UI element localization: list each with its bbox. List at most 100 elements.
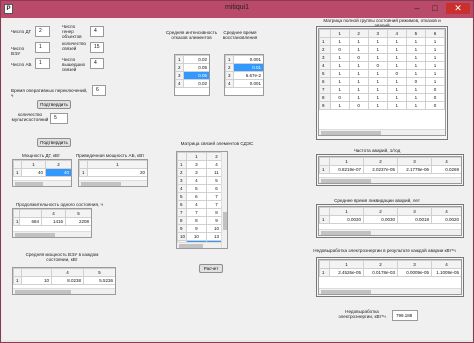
horizontal-scrollbar[interactable]	[13, 231, 91, 237]
grid-cell[interactable]: 1	[386, 37, 407, 46]
grid-cell[interactable]: 1	[329, 77, 350, 86]
grid-row[interactable]: 3101111	[319, 53, 445, 62]
grid-cell[interactable]: 1	[348, 37, 369, 46]
grid-cell[interactable]: 0	[424, 93, 445, 102]
grid-cell[interactable]: 0.02	[183, 79, 209, 88]
scrollbar-thumb[interactable]	[15, 182, 43, 186]
grid-row[interactable]: 1 20	[79, 168, 147, 177]
scrollbar-thumb[interactable]	[321, 179, 371, 183]
grid-row[interactable]: 7111110	[319, 85, 445, 94]
grid-cell[interactable]: 0	[348, 53, 369, 62]
grid-cell[interactable]: 0	[424, 101, 445, 110]
grid-cell[interactable]: 40	[45, 168, 71, 177]
grid-cell[interactable]: 0.0020	[329, 215, 364, 224]
states-input[interactable]: 5	[50, 113, 68, 124]
grid-cell[interactable]: 1	[329, 61, 350, 70]
grid-row[interactable]: 1 2.4526e-05 0.0178e-03 0.0009e-05 1.1009e-0…	[319, 268, 461, 277]
grid-cell[interactable]: 8.0238	[51, 276, 84, 285]
grid-cell[interactable]: 20	[87, 168, 147, 177]
grid-cell[interactable]: 1	[424, 37, 445, 46]
grid-cell[interactable]: 0.001	[233, 55, 263, 64]
grid-cell[interactable]: 1	[386, 101, 407, 110]
grid-row[interactable]: 567	[177, 192, 227, 201]
grid-cell[interactable]: 1	[367, 93, 388, 102]
grid-row[interactable]: 4 0.02	[175, 79, 209, 88]
grid-cell[interactable]: 1	[348, 93, 369, 102]
grid-row[interactable]: 2 0.05	[175, 63, 209, 72]
grid-cell[interactable]: 0.02	[183, 55, 209, 64]
horizontal-scrollbar[interactable]	[319, 177, 461, 183]
grid-cell[interactable]: 684	[19, 217, 42, 226]
grid-cell[interactable]: 1	[405, 69, 426, 78]
grid-cell[interactable]: 1	[348, 85, 369, 94]
confirm-button-2[interactable]: Подтвердить	[37, 138, 71, 147]
grid-cell[interactable]: 1	[405, 101, 426, 110]
grid-cell[interactable]: 1	[424, 45, 445, 54]
minimize-button[interactable]: –	[409, 3, 425, 14]
horizontal-scrollbar[interactable]	[13, 180, 71, 186]
grid-row[interactable]: 8011110	[319, 93, 445, 102]
grid-cell[interactable]: 6.67e-2	[233, 71, 263, 80]
grid-cell[interactable]: 1	[367, 101, 388, 110]
horizontal-scrollbar[interactable]	[319, 229, 461, 235]
grid-row[interactable]: 6111101	[319, 77, 445, 86]
grid-cell[interactable]: 0.0269	[431, 165, 461, 174]
grid-cell[interactable]: 1	[329, 85, 350, 94]
grid-cell[interactable]: 0	[424, 85, 445, 94]
grid-cell[interactable]: 1	[405, 37, 426, 46]
grid-row[interactable]: 3 6.67e-2	[225, 71, 263, 80]
grid-row[interactable]: 1 40 40	[13, 168, 71, 177]
grid-row[interactable]: 5111011	[319, 69, 445, 78]
grid-cell[interactable]: 1	[405, 85, 426, 94]
avg-recovery-grid[interactable]: 1 2 3 4 1 0.0020 0.0030 0.0018 0.0020	[318, 206, 462, 236]
grid-cell[interactable]: 0.001	[233, 79, 263, 88]
scrollbar-thumb[interactable]	[223, 212, 227, 230]
grid-cell[interactable]: 3	[185, 168, 207, 177]
horizontal-scrollbar[interactable]	[177, 242, 227, 248]
grid-cell[interactable]: 1	[348, 77, 369, 86]
grid-cell[interactable]: 1	[386, 61, 407, 70]
grid-cell[interactable]: 40	[21, 168, 46, 177]
grid-cell[interactable]: 0.0030	[363, 215, 398, 224]
grid-cell[interactable]: 1	[424, 53, 445, 62]
dg-count-input[interactable]: 2	[35, 26, 50, 37]
scrollbar-thumb[interactable]	[81, 182, 121, 186]
grid-cell[interactable]: 1	[405, 93, 426, 102]
grid-cell[interactable]: 4	[185, 200, 207, 209]
grid-cell[interactable]: 1	[405, 61, 426, 70]
vertical-scrollbar[interactable]	[221, 152, 227, 248]
grid-cell[interactable]: 0	[329, 93, 350, 102]
grid-row[interactable]: 9101110	[319, 101, 445, 110]
grid-row[interactable]: 3 0.05	[175, 71, 209, 80]
grid-row[interactable]: 4 0.001	[225, 79, 263, 88]
grid-row[interactable]: 134	[177, 160, 227, 169]
grid-cell[interactable]: 1416	[41, 217, 66, 226]
as-count-input[interactable]: 1	[35, 58, 50, 69]
grid-cell[interactable]: 1	[386, 77, 407, 86]
grid-cell[interactable]: 0	[386, 69, 407, 78]
grid-cell[interactable]: 0.0018	[397, 215, 432, 224]
veu-count-input[interactable]: 1	[35, 42, 50, 53]
grid-cell[interactable]: 1	[329, 101, 350, 110]
horizontal-scrollbar[interactable]	[13, 288, 115, 294]
underproduction-grid[interactable]: 1 2 3 4 1 2.4526e-05 0.0178e-03 0.0009e-05 1.100…	[318, 259, 462, 295]
grid-cell[interactable]: 1	[367, 77, 388, 86]
grid-row[interactable]: 10 10 13	[177, 232, 227, 241]
scrollbar-thumb[interactable]	[321, 231, 371, 235]
grid-cell[interactable]: 1	[405, 45, 426, 54]
grid-cell[interactable]: 1	[367, 45, 388, 54]
maximize-button[interactable]: □	[427, 3, 443, 14]
failed-links-input[interactable]: 4	[90, 58, 104, 69]
grid-cell[interactable]: 1	[329, 69, 350, 78]
grid-cell[interactable]: 1	[367, 53, 388, 62]
failure-intensity-grid[interactable]: 1 0.02 2 0.05 3 0.05 4 0.02	[174, 54, 210, 96]
grid-cell[interactable]: 1	[348, 45, 369, 54]
grid-cell[interactable]: 6	[185, 192, 207, 201]
scrollbar-thumb[interactable]	[15, 233, 55, 237]
horizontal-scrollbar[interactable]	[319, 288, 461, 294]
links-input[interactable]: 15	[90, 42, 104, 53]
grid-cell[interactable]: 1	[367, 69, 388, 78]
grid-cell[interactable]: 8	[185, 216, 207, 225]
grid-cell[interactable]: 1.1009e-05	[431, 268, 461, 277]
calculate-button[interactable]: Расчет	[199, 264, 223, 273]
